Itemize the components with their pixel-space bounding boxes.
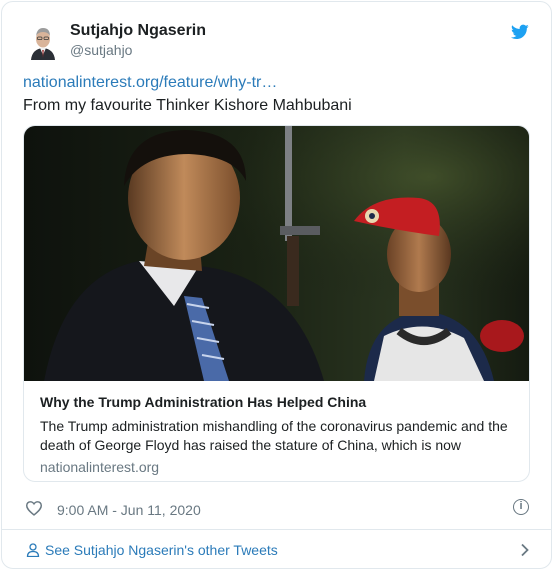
article-link[interactable]: nationalinterest.org/feature/why-tr… xyxy=(23,74,277,92)
tweet-timestamp[interactable]: 9:00 AM - Jun 11, 2020 xyxy=(57,502,201,518)
info-icon[interactable]: i xyxy=(513,499,529,515)
link-card[interactable]: Why the Trump Administration Has Helped … xyxy=(23,125,530,482)
author-name[interactable]: Sutjahjo Ngaserin xyxy=(70,22,206,40)
other-tweets-footer[interactable]: See Sutjahjo Ngaserin's other Tweets xyxy=(2,530,551,568)
card-title[interactable]: Why the Trump Administration Has Helped … xyxy=(40,394,366,410)
other-tweets-link[interactable]: See Sutjahjo Ngaserin's other Tweets xyxy=(45,542,278,558)
tweet-text: From my favourite Thinker Kishore Mahbub… xyxy=(23,97,352,114)
author-avatar[interactable] xyxy=(28,22,58,60)
heart-icon[interactable] xyxy=(25,500,43,516)
person-icon xyxy=(26,543,40,557)
embedded-tweet: Sutjahjo Ngaserin @sutjahjo nationalinte… xyxy=(1,1,552,569)
card-image[interactable] xyxy=(24,126,530,381)
chevron-right-icon[interactable] xyxy=(520,543,529,557)
author-handle[interactable]: @sutjahjo xyxy=(70,42,132,58)
card-domain: nationalinterest.org xyxy=(40,459,160,475)
twitter-bird-icon[interactable] xyxy=(511,24,529,40)
card-description: The Trump administration mishandling of … xyxy=(40,418,508,453)
